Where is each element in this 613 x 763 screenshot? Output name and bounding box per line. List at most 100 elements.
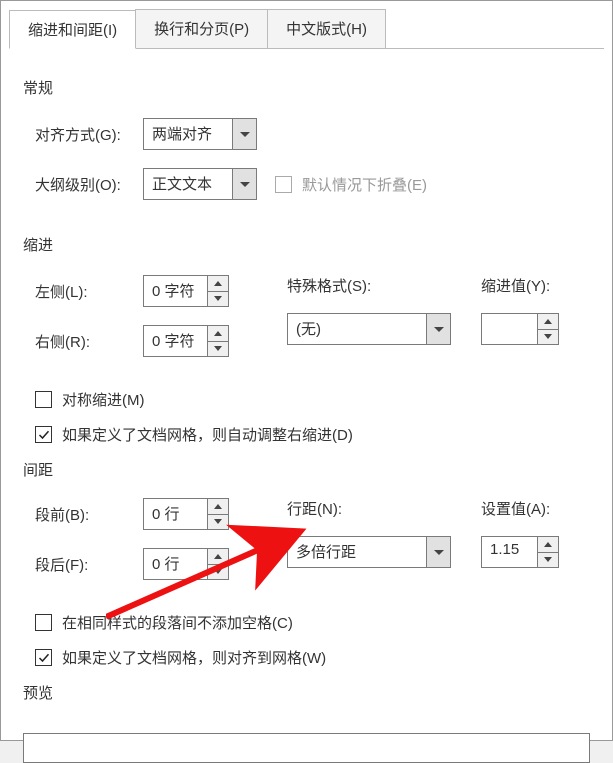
special-format-select[interactable]: (无) — [287, 313, 451, 345]
spinner-down-button[interactable] — [208, 342, 228, 357]
tab-line-page-breaks[interactable]: 换行和分页(P) — [135, 9, 268, 48]
arrow-down-icon — [214, 519, 222, 524]
row-space-after: 段后(F): 0 行 — [23, 548, 229, 580]
auto-adjust-indent-checkbox[interactable] — [35, 426, 52, 443]
paragraph-dialog: 缩进和间距(I) 换行和分页(P) 中文版式(H) 常规 对齐方式(G): 两端… — [0, 0, 613, 741]
tab-asian-typography[interactable]: 中文版式(H) — [267, 9, 386, 48]
spinner-up-button[interactable] — [208, 326, 228, 342]
space-after-value[interactable]: 0 行 — [143, 548, 207, 580]
col-set-value: 设置值(A): 1.15 — [481, 498, 559, 598]
tab-strip: 缩进和间距(I) 换行和分页(P) 中文版式(H) — [9, 9, 604, 49]
spinner-buttons — [207, 325, 229, 357]
indent-left-value[interactable]: 0 字符 — [143, 275, 207, 307]
outline-select[interactable]: 正文文本 — [143, 168, 257, 200]
alignment-label: 对齐方式(G): — [23, 124, 143, 145]
arrow-up-icon — [214, 504, 222, 509]
tab-label: 中文版式(H) — [286, 21, 367, 38]
arrow-down-icon — [214, 296, 222, 301]
chevron-down-icon — [240, 182, 250, 187]
spinner-up-button[interactable] — [208, 276, 228, 292]
mirror-indent-label: 对称缩进(M) — [62, 389, 145, 410]
tab-label: 缩进和间距(I) — [28, 22, 117, 39]
space-before-value[interactable]: 0 行 — [143, 498, 207, 530]
col-indent-value: 缩进值(Y): — [481, 275, 559, 375]
no-space-same-style-row[interactable]: 在相同样式的段落间不添加空格(C) — [35, 612, 590, 633]
special-format-value: (无) — [287, 313, 427, 345]
section-spacing-title: 间距 — [23, 459, 590, 480]
section-general-title: 常规 — [23, 77, 590, 98]
special-format-dropdown-button[interactable] — [427, 313, 451, 345]
row-alignment: 对齐方式(G): 两端对齐 — [23, 118, 590, 150]
spinner-down-button[interactable] — [538, 330, 558, 345]
arrow-up-icon — [544, 319, 552, 324]
tab-indent-spacing[interactable]: 缩进和间距(I) — [9, 10, 136, 49]
indent-right-value[interactable]: 0 字符 — [143, 325, 207, 357]
set-value-label: 设置值(A): — [481, 498, 559, 519]
mirror-indent-checkbox[interactable] — [35, 391, 52, 408]
arrow-down-icon — [214, 569, 222, 574]
checkmark-icon — [38, 652, 50, 664]
spinner-down-button[interactable] — [538, 553, 558, 568]
no-space-same-style-label: 在相同样式的段落间不添加空格(C) — [62, 612, 293, 633]
line-spacing-label: 行距(N): — [287, 498, 451, 519]
mirror-indent-row[interactable]: 对称缩进(M) — [35, 389, 590, 410]
chevron-down-icon — [434, 327, 444, 332]
collapse-checkbox — [275, 176, 292, 193]
arrow-up-icon — [214, 331, 222, 336]
chevron-down-icon — [434, 550, 444, 555]
space-after-label: 段后(F): — [23, 554, 143, 575]
arrow-up-icon — [214, 554, 222, 559]
line-spacing-select[interactable]: 多倍行距 — [287, 536, 451, 568]
arrow-down-icon — [544, 557, 552, 562]
special-format-label: 特殊格式(S): — [287, 275, 451, 296]
indent-left-spinner[interactable]: 0 字符 — [143, 275, 229, 307]
spinner-buttons — [207, 498, 229, 530]
section-preview-title: 预览 — [23, 682, 590, 703]
row-indent-left: 左侧(L): 0 字符 — [23, 275, 229, 307]
outline-dropdown-button[interactable] — [233, 168, 257, 200]
indent-value-input[interactable] — [481, 313, 537, 345]
space-before-spinner[interactable]: 0 行 — [143, 498, 229, 530]
collapse-label: 默认情况下折叠(E) — [302, 174, 427, 195]
col-special-format: 特殊格式(S): (无) — [287, 275, 451, 375]
outline-value: 正文文本 — [143, 168, 233, 200]
tab-content: 常规 对齐方式(G): 两端对齐 大纲级别(O): 正文文本 默认情况下折叠(E… — [1, 49, 612, 723]
alignment-dropdown-button[interactable] — [233, 118, 257, 150]
arrow-down-icon — [544, 334, 552, 339]
line-spacing-value: 多倍行距 — [287, 536, 427, 568]
space-before-label: 段前(B): — [23, 504, 143, 525]
preview-box — [23, 733, 590, 763]
arrow-down-icon — [214, 346, 222, 351]
spinner-down-button[interactable] — [208, 292, 228, 307]
indent-right-label: 右侧(R): — [23, 331, 143, 352]
space-after-spinner[interactable]: 0 行 — [143, 548, 229, 580]
set-value-spinner[interactable]: 1.15 — [481, 536, 559, 568]
spinner-up-button[interactable] — [208, 499, 228, 515]
section-indent-title: 缩进 — [23, 234, 590, 255]
spinner-up-button[interactable] — [538, 537, 558, 553]
indent-left-label: 左侧(L): — [23, 281, 143, 302]
row-outline-level: 大纲级别(O): 正文文本 默认情况下折叠(E) — [23, 168, 590, 200]
outline-label: 大纲级别(O): — [23, 174, 143, 195]
row-indent-right: 右侧(R): 0 字符 — [23, 325, 229, 357]
arrow-up-icon — [214, 281, 222, 286]
alignment-select[interactable]: 两端对齐 — [143, 118, 257, 150]
snap-to-grid-label: 如果定义了文档网格，则对齐到网格(W) — [62, 647, 326, 668]
snap-to-grid-row[interactable]: 如果定义了文档网格，则对齐到网格(W) — [35, 647, 590, 668]
snap-to-grid-checkbox[interactable] — [35, 649, 52, 666]
indent-right-spinner[interactable]: 0 字符 — [143, 325, 229, 357]
indent-block: 左侧(L): 0 字符 右侧(R): 0 字符 — [23, 275, 590, 375]
checkmark-icon — [38, 429, 50, 441]
spinner-up-button[interactable] — [208, 549, 228, 565]
spinner-buttons — [537, 313, 559, 345]
spinner-buttons — [207, 548, 229, 580]
indent-value-label: 缩进值(Y): — [481, 275, 559, 296]
spinner-down-button[interactable] — [208, 565, 228, 580]
auto-adjust-indent-row[interactable]: 如果定义了文档网格，则自动调整右缩进(D) — [35, 424, 590, 445]
spinner-up-button[interactable] — [538, 314, 558, 330]
spinner-down-button[interactable] — [208, 515, 228, 530]
indent-value-spinner[interactable] — [481, 313, 559, 345]
set-value-input[interactable]: 1.15 — [481, 536, 537, 568]
no-space-same-style-checkbox[interactable] — [35, 614, 52, 631]
line-spacing-dropdown-button[interactable] — [427, 536, 451, 568]
